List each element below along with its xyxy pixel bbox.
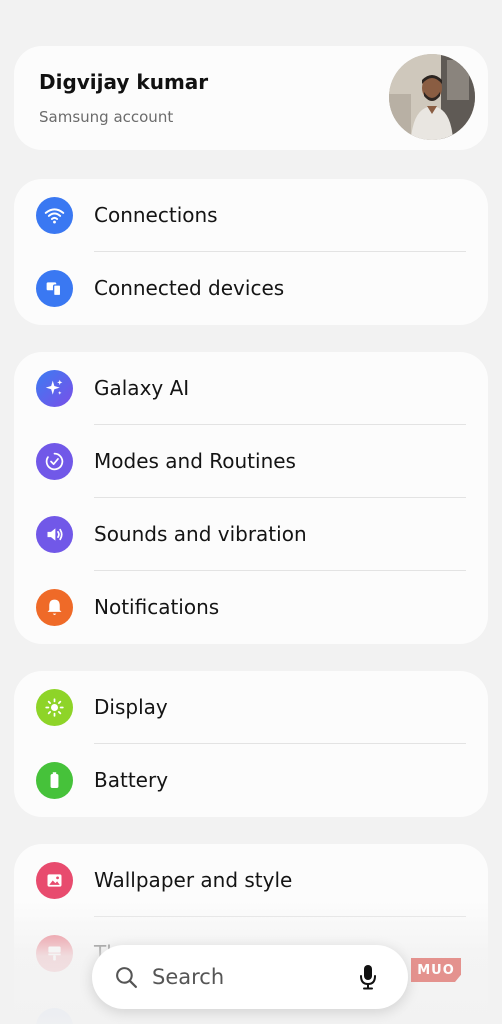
image-icon [36, 862, 73, 899]
microphone-icon[interactable] [358, 963, 378, 991]
settings-item-label: Battery [94, 768, 169, 792]
battery-icon [36, 762, 73, 799]
samsung-account-card[interactable]: Digvijay kumar Samsung account [14, 46, 488, 150]
settings-item-connections[interactable]: Connections [14, 179, 488, 252]
muo-watermark: MUO [411, 958, 461, 982]
sparkle-icon [36, 370, 73, 407]
settings-item-label: Sounds and vibration [94, 522, 307, 546]
search-placeholder: Search [152, 965, 225, 989]
settings-item-sounds-and-vibration[interactable]: Sounds and vibration [14, 498, 488, 571]
wifi-icon [36, 197, 73, 234]
settings-item-label: Modes and Routines [94, 449, 296, 473]
settings-item-label: Notifications [94, 595, 220, 619]
settings-item-label: Connected devices [94, 276, 285, 300]
search-bar[interactable]: Search [92, 945, 408, 1009]
profile-subtitle: Samsung account [39, 108, 174, 126]
bell-icon [36, 589, 73, 626]
profile-name: Digvijay kumar [39, 70, 209, 94]
settings-item-modes-and-routines[interactable]: Modes and Routines [14, 425, 488, 498]
settings-item-display[interactable]: Display [14, 671, 488, 744]
speaker-icon [36, 516, 73, 553]
settings-item-label: Connections [94, 203, 218, 227]
settings-item-label: Galaxy AI [94, 376, 190, 400]
settings-item-galaxy-ai[interactable]: Galaxy AI [14, 352, 488, 425]
settings-item-label: Wallpaper and style [94, 868, 293, 892]
settings-group-display-battery: Display Battery [14, 671, 488, 817]
avatar[interactable] [389, 54, 475, 140]
settings-item-battery[interactable]: Battery [14, 744, 488, 817]
settings-item-notifications[interactable]: Notifications [14, 571, 488, 644]
sun-icon [36, 689, 73, 726]
devices-icon [36, 270, 73, 307]
settings-item-connected-devices[interactable]: Connected devices [14, 252, 488, 325]
settings-item-label: Display [94, 695, 168, 719]
settings-group-features: Galaxy AI Modes and Routines Sounds and … [14, 352, 488, 644]
settings-group-connectivity: Connections Connected devices [14, 179, 488, 325]
check-circle-icon [36, 443, 73, 480]
search-icon [116, 967, 138, 989]
